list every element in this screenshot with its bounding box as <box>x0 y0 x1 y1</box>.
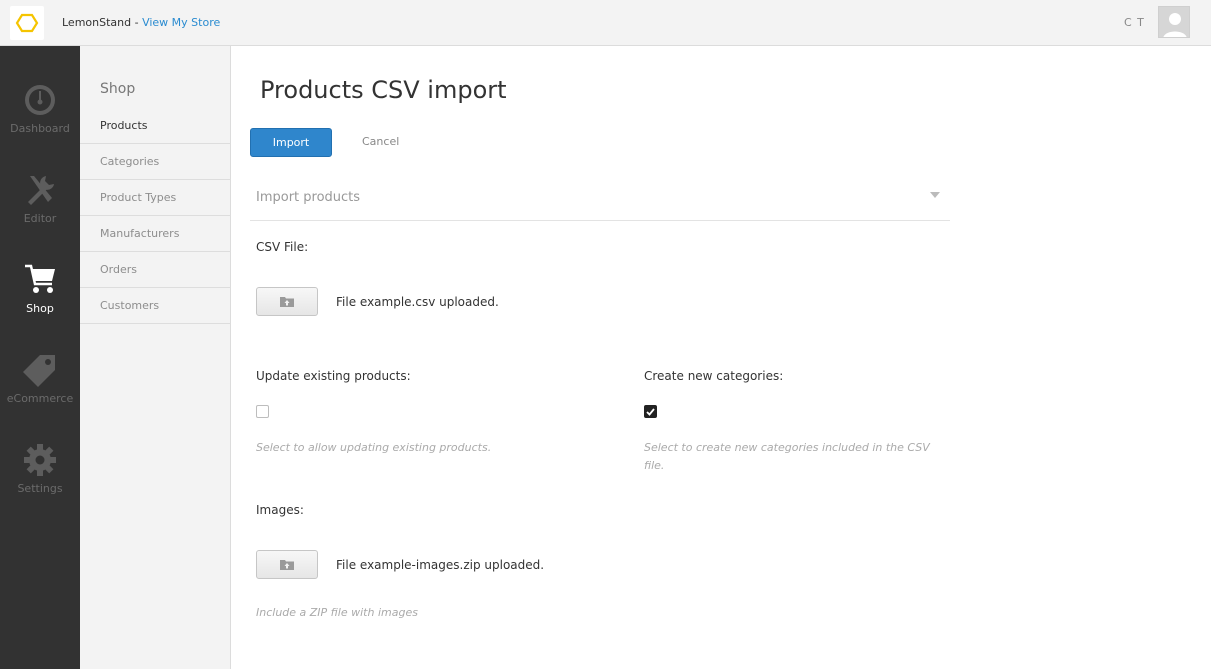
create-categories-checkbox[interactable] <box>644 405 657 418</box>
images-hint: Include a ZIP file with images <box>256 606 418 619</box>
dashboard-icon <box>25 85 55 115</box>
gear-icon <box>24 444 56 476</box>
cart-icon <box>25 264 55 293</box>
nav-item-editor[interactable]: Editor <box>0 172 80 252</box>
update-existing-checkbox[interactable] <box>256 405 269 418</box>
avatar[interactable] <box>1158 6 1190 38</box>
nav-label-dashboard: Dashboard <box>10 122 70 135</box>
images-upload-button[interactable] <box>256 550 318 579</box>
import-button[interactable]: Import <box>250 128 332 157</box>
csv-upload-button[interactable] <box>256 287 318 316</box>
subnav-item-products[interactable]: Products <box>80 108 231 144</box>
images-label: Images: <box>256 503 304 517</box>
update-existing-label: Update existing products: <box>256 369 411 383</box>
folder-upload-icon <box>280 297 294 307</box>
main-nav: Dashboard Editor Shop eCommerce Settings <box>0 46 80 669</box>
nav-label-shop: Shop <box>26 302 54 315</box>
images-upload-status: File example-images.zip uploaded. <box>336 558 545 572</box>
sub-nav: Shop Products Categories Product Types M… <box>80 46 231 669</box>
tag-icon <box>23 355 55 387</box>
brand-name: LemonStand - <box>62 16 139 29</box>
subnav-item-manufacturers[interactable]: Manufacturers <box>80 216 231 252</box>
view-my-store-link[interactable]: View My Store <box>142 16 220 29</box>
create-categories-label: Create new categories: <box>644 369 784 383</box>
subnav-item-customers[interactable]: Customers <box>80 288 231 324</box>
checkmark-icon <box>646 407 655 416</box>
import-products-section-header[interactable]: Import products <box>250 178 950 221</box>
page-title: Products CSV import <box>260 76 507 104</box>
csv-file-label: CSV File: <box>256 240 309 254</box>
nav-label-ecommerce: eCommerce <box>6 392 74 405</box>
tools-icon <box>28 176 54 205</box>
subnav-list: Products Categories Product Types Manufa… <box>80 108 231 324</box>
user-initials[interactable]: C T <box>1124 16 1145 29</box>
nav-item-ecommerce[interactable]: eCommerce <box>0 352 80 432</box>
update-existing-hint: Select to allow updating existing produc… <box>256 441 492 454</box>
folder-upload-icon <box>280 560 294 570</box>
csv-upload-status: File example.csv uploaded. <box>336 295 499 309</box>
top-bar: LemonStand - View My Store C T <box>0 0 1211 46</box>
subnav-item-categories[interactable]: Categories <box>80 144 231 180</box>
chevron-down-icon <box>930 192 940 198</box>
nav-item-settings[interactable]: Settings <box>0 442 80 522</box>
section-title: Import products <box>256 190 361 205</box>
nav-label-editor: Editor <box>23 212 57 225</box>
nav-item-dashboard[interactable]: Dashboard <box>0 82 80 162</box>
nav-item-shop[interactable]: Shop <box>0 262 80 342</box>
nav-label-settings: Settings <box>17 482 63 495</box>
subnav-item-product-types[interactable]: Product Types <box>80 180 231 216</box>
subnav-item-orders[interactable]: Orders <box>80 252 231 288</box>
lemonstand-logo[interactable] <box>10 6 44 40</box>
cancel-button[interactable]: Cancel <box>362 135 399 148</box>
user-avatar-icon <box>1159 7 1189 37</box>
create-categories-hint: Select to create new categories included… <box>644 441 930 472</box>
subnav-title: Shop <box>100 81 136 97</box>
brand-text: LemonStand - View My Store <box>62 16 220 29</box>
lemon-logo-icon <box>15 13 39 33</box>
